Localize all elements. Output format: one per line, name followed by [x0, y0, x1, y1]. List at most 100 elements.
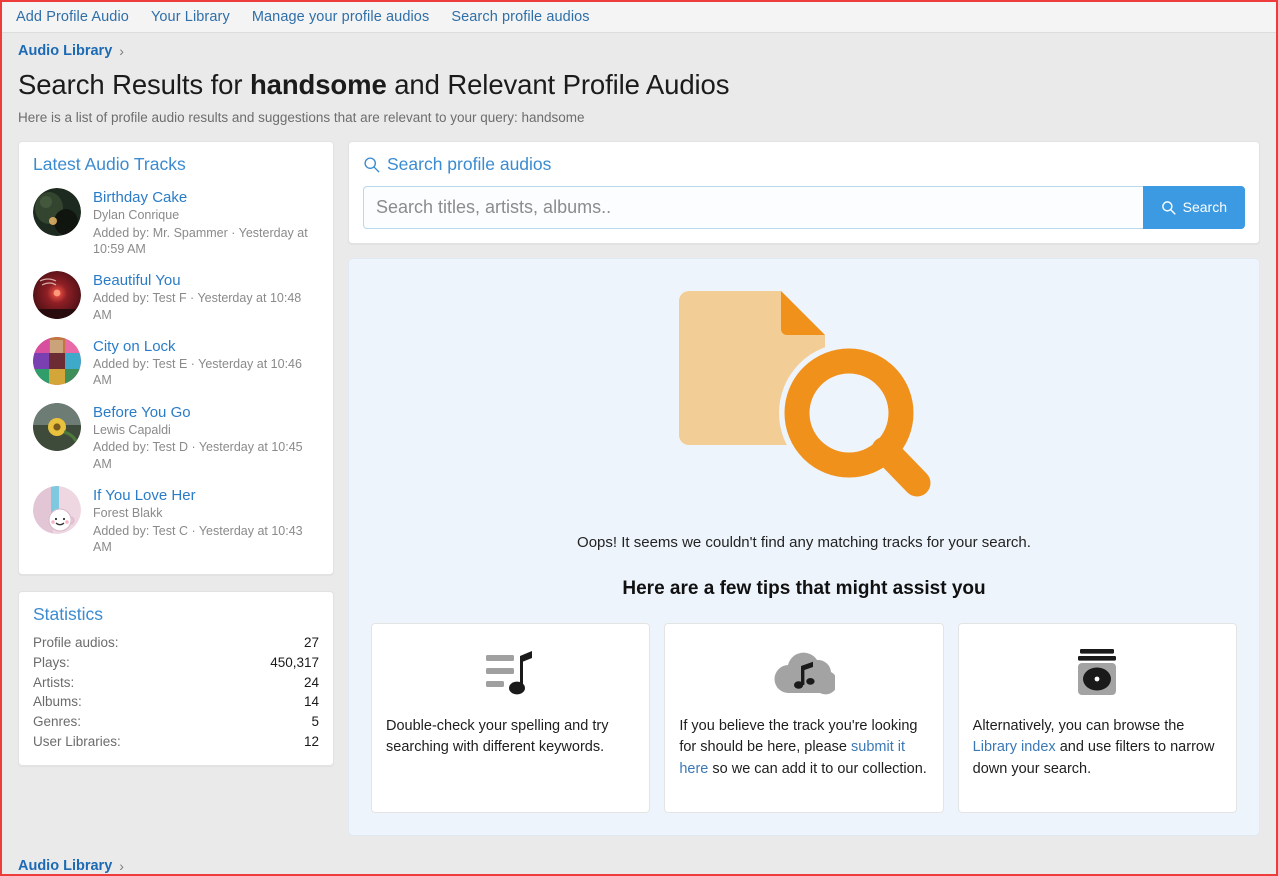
- search-icon: [1161, 200, 1176, 215]
- statistic-row-user-libraries: User Libraries: 12: [33, 732, 319, 752]
- track-title-link[interactable]: City on Lock: [93, 338, 319, 355]
- statistic-value: 12: [304, 732, 319, 752]
- empty-results-panel: Oops! It seems we couldn't find any matc…: [348, 258, 1260, 836]
- track-list: Birthday Cake Dylan Conrique Added by: M…: [19, 179, 333, 575]
- breadcrumb: Audio Library ›: [18, 43, 1260, 59]
- statistic-value: 450,317: [270, 653, 319, 673]
- empty-results-message: Oops! It seems we couldn't find any matc…: [361, 534, 1247, 551]
- statistics-heading: Statistics: [19, 592, 333, 629]
- search-panel: Search profile audios Search: [348, 141, 1260, 244]
- library-index-link[interactable]: Library index: [973, 739, 1056, 755]
- track-added-info: Added by: Test E · Yesterday at 10:46 AM: [93, 356, 319, 389]
- tip-card-browse-index: Alternatively, you can browse the Librar…: [958, 623, 1237, 813]
- search-button[interactable]: Search: [1143, 186, 1245, 229]
- album-art-thumbnail: [33, 486, 81, 534]
- statistic-value: 14: [304, 692, 319, 712]
- album-art-thumbnail: [33, 188, 81, 236]
- nav-your-library[interactable]: Your Library: [151, 9, 230, 25]
- track-added-info: Added by: Test C · Yesterday at 10:43 AM: [93, 523, 319, 556]
- tips-list: Double-check your spelling and try searc…: [361, 623, 1247, 813]
- document-fold: [781, 291, 825, 335]
- list-item[interactable]: Before You Go Lewis Capaldi Added by: Te…: [33, 396, 319, 479]
- statistic-row-albums: Albums: 14: [33, 692, 319, 712]
- statistic-label: Albums:: [33, 692, 82, 712]
- statistic-value: 24: [304, 673, 319, 693]
- page-title-query: handsome: [250, 69, 387, 100]
- statistic-value: 5: [311, 712, 319, 732]
- search-button-label: Search: [1183, 199, 1227, 215]
- statistic-label: User Libraries:: [33, 732, 121, 752]
- statistic-row-genres: Genres: 5: [33, 712, 319, 732]
- track-meta: City on Lock Added by: Test E · Yesterda…: [93, 337, 319, 389]
- search-panel-heading-label: Search profile audios: [387, 154, 551, 175]
- chevron-right-icon: ›: [119, 858, 124, 874]
- tip-text: Alternatively, you can browse the Librar…: [973, 716, 1222, 781]
- sidebar: Latest Audio Tracks: [18, 141, 334, 767]
- search-icon: [363, 156, 380, 173]
- statistics-panel: Statistics Profile audios: 27 Plays: 450…: [18, 591, 334, 766]
- track-added-info: Added by: Test D · Yesterday at 10:45 AM: [93, 439, 319, 472]
- list-item[interactable]: Birthday Cake Dylan Conrique Added by: M…: [33, 181, 319, 264]
- footer-breadcrumb: Audio Library ›: [18, 858, 1260, 874]
- page-subtitle: Here is a list of profile audio results …: [18, 110, 1260, 125]
- nav-search-profile-audios[interactable]: Search profile audios: [451, 9, 589, 25]
- statistics-rows: Profile audios: 27 Plays: 450,317 Artist…: [19, 629, 333, 765]
- statistic-label: Artists:: [33, 673, 74, 693]
- tip-card-submit: If you believe the track you're looking …: [664, 623, 943, 813]
- track-meta: Before You Go Lewis Capaldi Added by: Te…: [93, 403, 319, 472]
- track-added-info: Added by: Test F · Yesterday at 10:48 AM: [93, 290, 319, 323]
- track-title-link[interactable]: Birthday Cake: [93, 189, 319, 206]
- page-footer: Audio Library ›: [2, 836, 1276, 874]
- tip-text-part-1: Double-check your spelling and try searc…: [386, 718, 608, 756]
- album-art-thumbnail: [33, 271, 81, 319]
- footer-breadcrumb-audio-library[interactable]: Audio Library: [18, 858, 112, 874]
- track-meta: If You Love Her Forest Blakk Added by: T…: [93, 486, 319, 555]
- statistic-row-plays: Plays: 450,317: [33, 653, 319, 673]
- app-window: Add Profile Audio Your Library Manage yo…: [0, 0, 1278, 876]
- track-title-link[interactable]: Beautiful You: [93, 272, 319, 289]
- no-results-illustration: [673, 287, 935, 509]
- nav-manage-profile-audios[interactable]: Manage your profile audios: [252, 9, 430, 25]
- album-art-thumbnail: [33, 337, 81, 385]
- cloud-music-icon: [679, 642, 928, 704]
- list-item[interactable]: If You Love Her Forest Blakk Added by: T…: [33, 479, 319, 562]
- list-item[interactable]: City on Lock Added by: Test E · Yesterda…: [33, 330, 319, 396]
- music-list-icon: [386, 642, 635, 704]
- magnifier-handle: [885, 450, 917, 483]
- latest-audio-tracks-heading: Latest Audio Tracks: [19, 142, 333, 179]
- page-title-prefix: Search Results for: [18, 69, 250, 100]
- statistic-label: Genres:: [33, 712, 81, 732]
- statistic-value: 27: [304, 633, 319, 653]
- top-navigation-bar: Add Profile Audio Your Library Manage yo…: [2, 2, 1276, 33]
- tip-text: Double-check your spelling and try searc…: [386, 716, 635, 760]
- page-header: Audio Library › Search Results for hands…: [2, 33, 1276, 125]
- main-content: Latest Audio Tracks: [2, 125, 1276, 836]
- track-artist: Dylan Conrique: [93, 208, 319, 224]
- breadcrumb-audio-library[interactable]: Audio Library: [18, 43, 112, 59]
- track-added-info: Added by: Mr. Spammer · Yesterday at 10:…: [93, 225, 319, 258]
- track-artist: Lewis Capaldi: [93, 423, 319, 439]
- statistic-row-artists: Artists: 24: [33, 673, 319, 693]
- track-meta: Birthday Cake Dylan Conrique Added by: M…: [93, 188, 319, 257]
- album-disc-icon: [973, 642, 1222, 704]
- page-title: Search Results for handsome and Relevant…: [18, 69, 1260, 101]
- tip-text-part-2: so we can add it to our collection.: [708, 761, 926, 777]
- track-meta: Beautiful You Added by: Test F · Yesterd…: [93, 271, 319, 323]
- search-panel-heading: Search profile audios: [363, 154, 1245, 175]
- search-input[interactable]: [363, 186, 1143, 229]
- list-item[interactable]: Beautiful You Added by: Test F · Yesterd…: [33, 264, 319, 330]
- search-form: Search: [363, 186, 1245, 229]
- tip-text: If you believe the track you're looking …: [679, 716, 928, 781]
- chevron-right-icon: ›: [119, 43, 124, 59]
- results-column: Search profile audios Search: [348, 141, 1260, 836]
- track-artist: Forest Blakk: [93, 506, 319, 522]
- tip-text-part-1: Alternatively, you can browse the: [973, 718, 1185, 734]
- track-title-link[interactable]: If You Love Her: [93, 487, 319, 504]
- page-title-suffix: and Relevant Profile Audios: [387, 69, 730, 100]
- track-title-link[interactable]: Before You Go: [93, 404, 319, 421]
- nav-add-profile-audio[interactable]: Add Profile Audio: [16, 9, 129, 25]
- album-art-thumbnail: [33, 403, 81, 451]
- latest-audio-tracks-panel: Latest Audio Tracks: [18, 141, 334, 576]
- statistic-label: Plays:: [33, 653, 70, 673]
- statistic-label: Profile audios:: [33, 633, 119, 653]
